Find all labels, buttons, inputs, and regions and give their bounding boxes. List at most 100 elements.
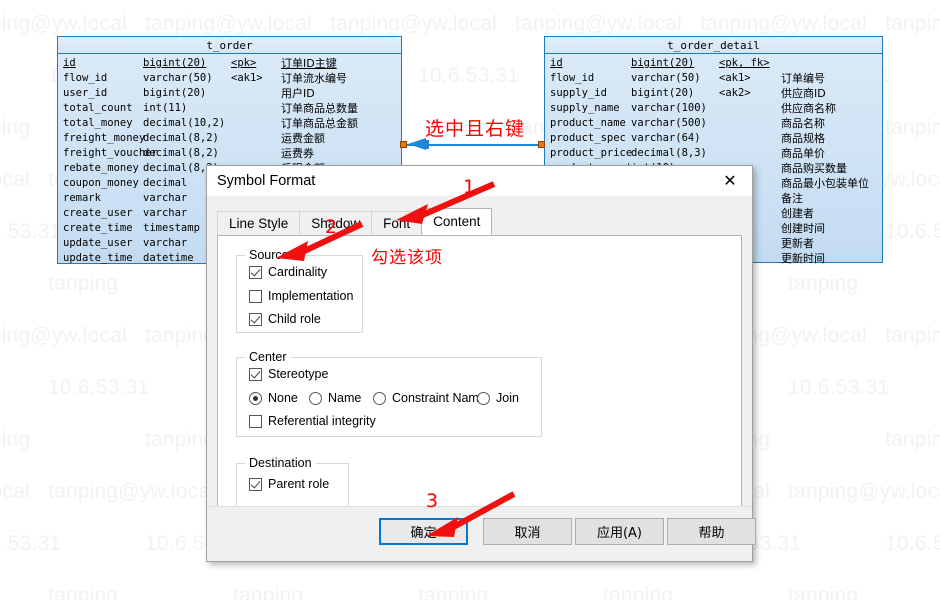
watermark-text: 10.6.53.31: [885, 532, 940, 555]
entity-attribute-row[interactable]: supply_id bigint(20) <ak2> 供应商ID: [545, 86, 882, 101]
watermark-dot: ·: [351, 583, 355, 594]
attribute-type: decimal(8,3): [631, 147, 707, 159]
watermark-dot: ·: [313, 3, 317, 14]
checkbox-referential-integrity[interactable]: Referential integrity: [249, 414, 376, 428]
watermark-dot: ·: [9, 554, 13, 565]
watermark-dot: ·: [845, 380, 849, 391]
watermark-dot: ·: [237, 3, 241, 14]
watermark-dot: ·: [883, 322, 887, 333]
entity-attribute-row[interactable]: id bigint(20) <pk> 订单ID主键: [58, 56, 401, 71]
entity-attribute-row[interactable]: freight_money decimal(8,2) 运费金额: [58, 131, 401, 146]
relationship-handle-right[interactable]: [538, 141, 545, 148]
attribute-name: product_name: [550, 117, 626, 129]
attribute-name: freight_voucher: [63, 147, 158, 159]
radio-label: Join: [496, 391, 519, 405]
dialog-title-bar[interactable]: Symbol Format ✕: [207, 166, 752, 196]
watermark-dot: ·: [921, 409, 925, 420]
group-destination: Destination Parent role: [236, 456, 349, 511]
entity-attribute-row[interactable]: user_id bigint(20) 用户ID: [58, 86, 401, 101]
watermark-dot: ·: [427, 32, 431, 43]
tab-line-style[interactable]: Line Style: [217, 211, 301, 235]
checkbox-stereotype[interactable]: Stereotype: [249, 367, 328, 381]
attribute-key: <ak2>: [719, 87, 751, 99]
crows-foot-icon: [408, 138, 429, 150]
watermark-dot: ·: [199, 467, 203, 478]
watermark-dot: ·: [9, 583, 13, 594]
watermark-dot: ·: [883, 148, 887, 159]
watermark-dot: ·: [199, 3, 203, 14]
entity-attribute-row[interactable]: flow_id varchar(50) <ak1> 订单编号: [545, 71, 882, 86]
radio-name[interactable]: Name: [309, 391, 361, 405]
tab-content[interactable]: Content: [421, 208, 493, 235]
watermark-dot: ·: [123, 438, 127, 449]
button-ok[interactable]: 确定: [379, 518, 468, 545]
attribute-comment: 商品单价: [781, 147, 825, 160]
entity-attribute-row[interactable]: total_money decimal(10,2) 订单商品总金额: [58, 116, 401, 131]
radio-join[interactable]: Join: [477, 391, 519, 405]
watermark-dot: ·: [807, 409, 811, 420]
watermark-dot: ·: [883, 119, 887, 130]
radio-circle-icon: [249, 391, 262, 405]
watermark-text: tanping: [788, 272, 859, 295]
watermark-dot: ·: [541, 583, 545, 594]
watermark-dot: ·: [807, 525, 811, 536]
watermark-dot: ·: [769, 554, 773, 565]
watermark-dot: ·: [9, 322, 13, 333]
watermark-dot: ·: [161, 409, 165, 420]
watermark-dot: ·: [807, 496, 811, 507]
watermark-dot: ·: [199, 351, 203, 362]
attribute-comment: 商品名称: [781, 117, 825, 130]
watermark-dot: ·: [769, 467, 773, 478]
checkbox-child-role[interactable]: Child role: [249, 312, 321, 326]
radio-none[interactable]: None: [249, 391, 298, 405]
entity-attribute-row[interactable]: product_price decimal(8,3) 商品单价: [545, 146, 882, 161]
attribute-name: supply_id: [550, 87, 607, 99]
watermark-dot: ·: [465, 583, 469, 594]
checkbox-parent-role[interactable]: Parent role: [249, 477, 329, 491]
button-help[interactable]: 帮助: [667, 518, 756, 545]
watermark-dot: ·: [617, 583, 621, 594]
watermark-dot: ·: [883, 554, 887, 565]
watermark-text: tanping: [0, 116, 31, 139]
attribute-comment: 运费金额: [281, 132, 325, 145]
checkbox-cardinality[interactable]: Cardinality: [249, 265, 327, 279]
watermark-text: tanping@yw.local: [0, 168, 30, 191]
entity-attribute-row[interactable]: id bigint(20) <pk, fk>: [545, 56, 882, 71]
watermark-dot: ·: [503, 119, 507, 130]
tab-strip: Line Style Shadow Font Content: [217, 208, 493, 235]
close-icon[interactable]: ✕: [708, 166, 752, 196]
tab-shadow[interactable]: Shadow: [299, 211, 373, 235]
watermark-dot: ·: [769, 3, 773, 14]
tab-panel-content: Source Cardinality Implementation Child …: [217, 235, 742, 525]
entity-attribute-row[interactable]: freight_voucher decimal(8,2) 运费券: [58, 146, 401, 161]
checkbox-label: Implementation: [268, 289, 354, 303]
entity-attribute-row[interactable]: product_spec varchar(64) 商品规格: [545, 131, 882, 146]
entity-attribute-row[interactable]: product_name varchar(500) 商品名称: [545, 116, 882, 131]
watermark-dot: ·: [883, 206, 887, 217]
watermark-dot: ·: [807, 3, 811, 14]
watermark-dot: ·: [9, 380, 13, 391]
symbol-format-dialog[interactable]: Symbol Format ✕ Line Style Shadow Font Cont…: [206, 165, 756, 562]
watermark-dot: ·: [47, 119, 51, 130]
radio-constraint-name[interactable]: Constraint Name: [373, 391, 486, 405]
watermark-dot: ·: [427, 119, 431, 130]
attribute-type: varchar(100): [631, 102, 707, 114]
watermark-dot: ·: [921, 32, 925, 43]
entity-attribute-row[interactable]: supply_name varchar(100) 供应商名称: [545, 101, 882, 116]
watermark-dot: ·: [123, 3, 127, 14]
watermark-dot: ·: [237, 583, 241, 594]
watermark-dot: ·: [47, 438, 51, 449]
watermark-dot: ·: [883, 61, 887, 72]
tab-font[interactable]: Font: [371, 211, 423, 235]
watermark-text: 10.6.53.31: [0, 532, 62, 555]
button-apply[interactable]: 应用(A): [575, 518, 664, 545]
watermark-dot: ·: [389, 583, 393, 594]
checkbox-implementation[interactable]: Implementation: [249, 289, 353, 303]
entity-attribute-row[interactable]: flow_id varchar(50) <ak1> 订单流水编号: [58, 71, 401, 86]
button-cancel[interactable]: 取消: [483, 518, 572, 545]
watermark-dot: ·: [9, 177, 13, 188]
radio-label: None: [268, 391, 298, 405]
entity-attribute-row[interactable]: total_count int(11) 订单商品总数量: [58, 101, 401, 116]
watermark-dot: ·: [427, 61, 431, 72]
watermark-dot: ·: [807, 293, 811, 304]
